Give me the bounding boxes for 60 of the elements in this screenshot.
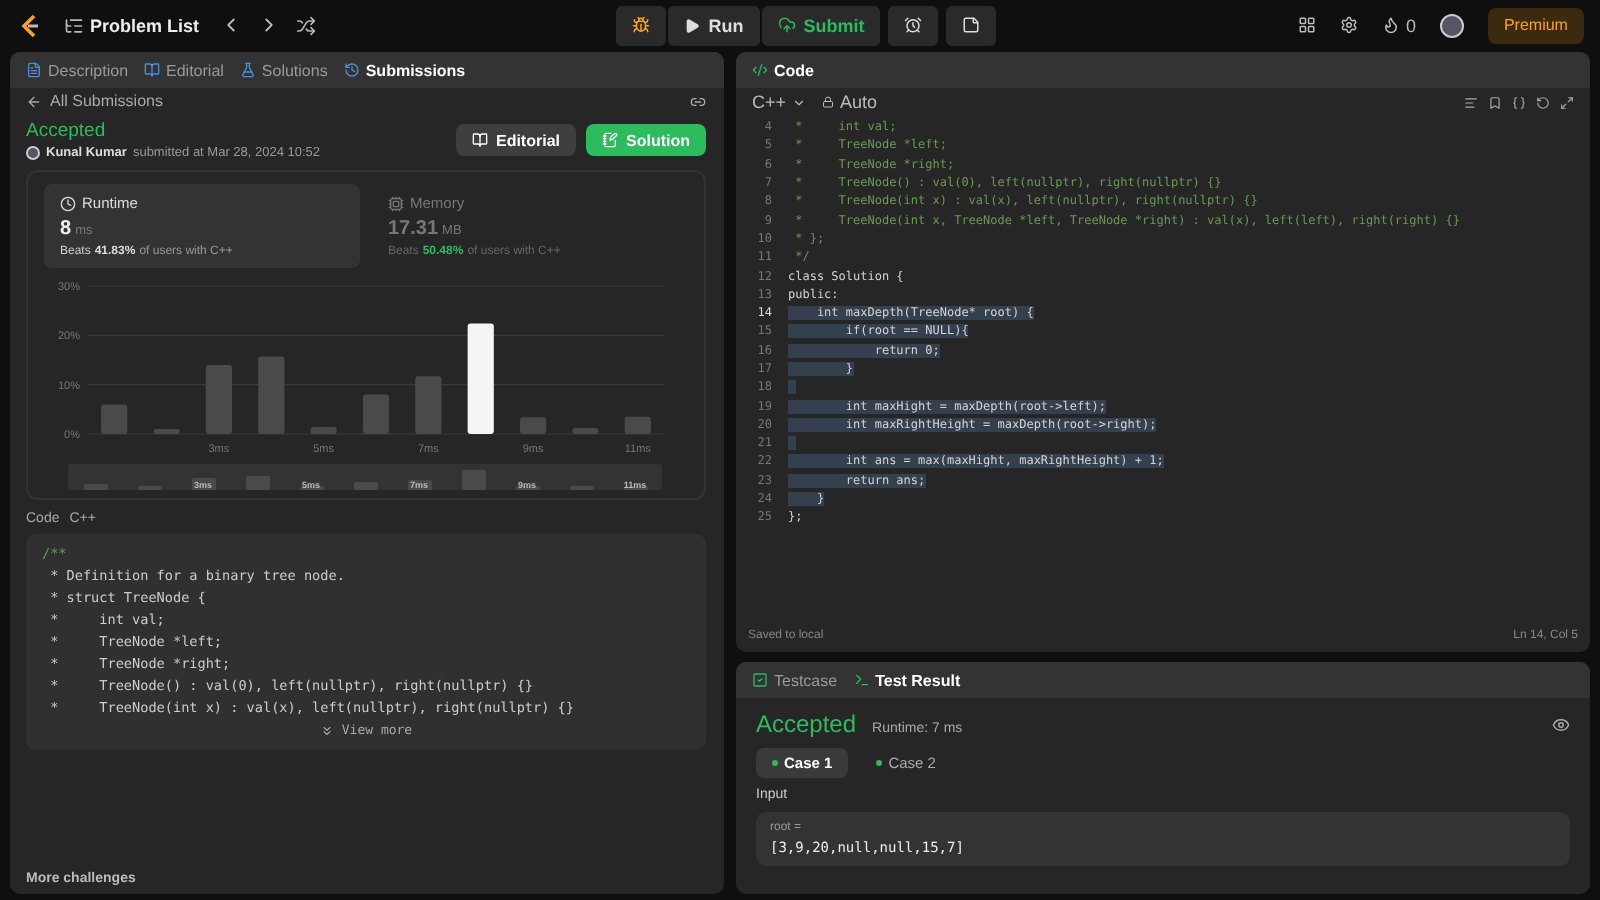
note-button[interactable] (946, 5, 997, 45)
flame-icon (1381, 16, 1400, 34)
list-icon (64, 15, 84, 35)
bug-icon (632, 16, 651, 34)
alarm-clock-icon (904, 16, 923, 34)
lock-icon (822, 96, 835, 108)
editorial-button[interactable]: Editorial (455, 124, 576, 156)
chevrons-down-icon (319, 723, 334, 737)
submission-status: Accepted (26, 120, 108, 142)
user-avatar (26, 146, 40, 160)
result-status: Accepted (756, 710, 857, 738)
auto-mode-toggle[interactable]: Auto (822, 92, 878, 112)
expand-icon[interactable] (1560, 95, 1574, 109)
clock-icon (60, 195, 76, 211)
panel-tab[interactable]: Description (26, 61, 129, 79)
overview-bar (245, 475, 269, 490)
code-icon (752, 62, 768, 78)
panel-tab[interactable]: Submissions (343, 61, 466, 79)
chip-icon (388, 195, 404, 211)
reset-icon[interactable] (1536, 95, 1550, 109)
bookmark-icon[interactable] (1488, 95, 1502, 109)
document-icon (26, 62, 42, 78)
panel-tab[interactable]: Testcase (752, 671, 838, 689)
streak-counter[interactable]: 0 (1381, 15, 1416, 35)
flask-icon (239, 62, 256, 78)
note-icon (962, 16, 981, 34)
link-icon[interactable] (690, 93, 706, 109)
book-icon (144, 62, 161, 78)
caret-icon (792, 95, 807, 109)
panel-tab[interactable]: Test Result (853, 671, 961, 689)
shuffle-icon[interactable] (295, 15, 316, 35)
book-icon (471, 132, 488, 148)
back-link[interactable]: All Submissions (26, 92, 163, 110)
braces-icon[interactable] (1512, 95, 1526, 109)
problem-list-button[interactable]: Problem List (64, 15, 200, 35)
premium-button[interactable]: Premium (1487, 7, 1584, 43)
logo-icon[interactable] (16, 11, 44, 39)
run-button[interactable]: Run (668, 5, 760, 45)
overview-bar (461, 469, 485, 490)
stat-value: 8 (60, 218, 72, 240)
stat-value: 17.31 (388, 218, 439, 240)
eye-icon[interactable] (1552, 715, 1570, 733)
settings-icon[interactable] (1339, 16, 1358, 34)
debug-button[interactable] (616, 5, 667, 45)
submit-button[interactable]: Submit (761, 5, 881, 45)
edit-icon (602, 132, 618, 148)
play-icon (684, 17, 701, 33)
code-tab[interactable]: Code (752, 61, 814, 79)
panel-tab[interactable]: Solutions (239, 61, 328, 79)
panel-tab[interactable]: Editorial (144, 61, 224, 79)
format-icon[interactable] (1464, 95, 1478, 109)
checkbox-icon (752, 672, 768, 688)
history-icon (343, 62, 360, 78)
alarm-button[interactable] (888, 5, 939, 45)
back-arrow-icon (26, 93, 42, 109)
cloud-upload-icon (777, 16, 796, 34)
layout-icon[interactable] (1297, 16, 1316, 34)
terminal-icon (853, 672, 870, 688)
avatar[interactable] (1439, 13, 1464, 37)
language-select[interactable]: C++ (752, 92, 807, 112)
